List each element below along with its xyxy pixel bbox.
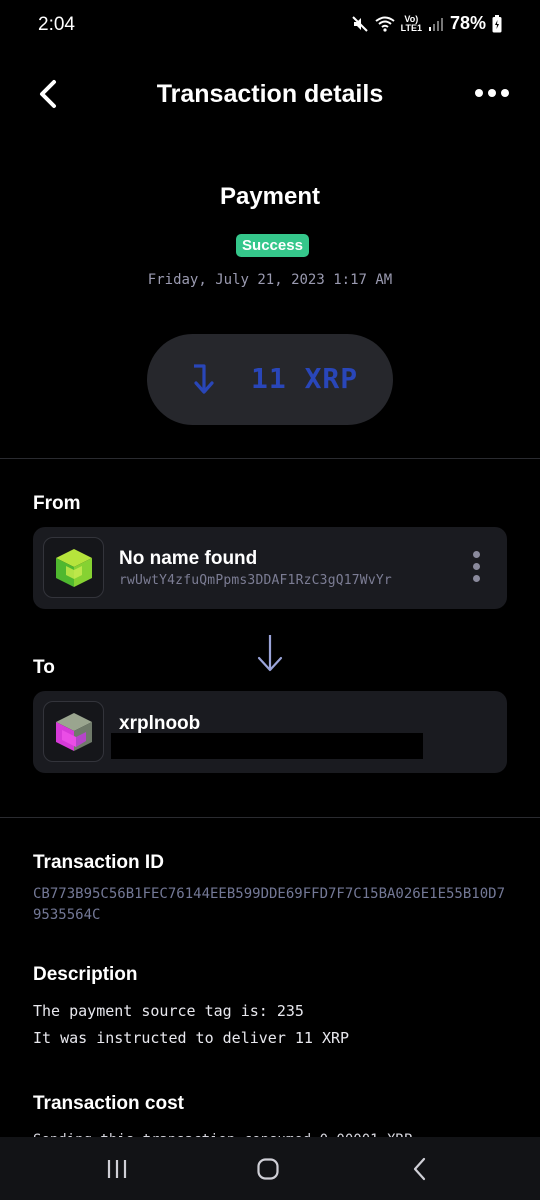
wifi-icon — [375, 16, 395, 32]
more-options-button[interactable] — [472, 78, 512, 108]
signal-icon — [428, 16, 444, 32]
description-title: Description — [33, 964, 138, 985]
back-icon — [413, 1157, 426, 1181]
divider — [0, 458, 540, 459]
from-account-card[interactable]: No name found rwUwtY4zfuQmPpms3DDAF1RzC3… — [33, 527, 507, 609]
transaction-id-value: CB773B95C56B1FEC76144EEB599DDE69FFD7F7C1… — [33, 886, 506, 923]
redacted-address — [111, 733, 423, 759]
from-account-name: No name found — [119, 548, 258, 569]
status-badge: Success — [236, 234, 309, 257]
status-bar: 2:04 Vo) LTE1 78% — [0, 0, 540, 52]
lte-label: LTE1 — [400, 22, 422, 33]
description-line-2: It was instructed to deliver 11 XRP — [33, 1029, 350, 1047]
recents-icon — [107, 1160, 127, 1178]
transaction-type: Payment — [219, 183, 321, 210]
from-label: From — [33, 493, 81, 514]
to-account-name: xrplnoob — [119, 713, 201, 734]
battery-level: 78% — [449, 13, 486, 33]
recents-button[interactable] — [87, 1149, 147, 1189]
more-horizontal-icon — [475, 89, 509, 97]
to-account-card[interactable]: xrplnoob — [33, 691, 507, 773]
amount-pill: 11 XRP — [147, 334, 393, 425]
top-bar: Transaction details — [0, 64, 540, 126]
magenta-cube-avatar-icon — [43, 701, 104, 762]
nav-back-button[interactable] — [390, 1149, 450, 1189]
divider — [0, 817, 540, 818]
status-icons: Vo) LTE1 78% — [351, 13, 502, 34]
transaction-id-title: Transaction ID — [33, 852, 164, 873]
mute-icon — [351, 15, 369, 33]
page-title: Transaction details — [156, 80, 384, 108]
description-line-1: The payment source tag is: 235 — [33, 1002, 304, 1020]
more-vertical-icon — [472, 551, 480, 558]
battery-icon — [492, 14, 502, 33]
to-label: To — [33, 657, 55, 678]
transaction-cost-title: Transaction cost — [33, 1093, 184, 1114]
volte-indicator: Vo) LTE1 — [400, 14, 422, 33]
system-nav-bar — [0, 1137, 540, 1200]
transaction-date: Friday, July 21, 2023 1:17 AM — [147, 272, 393, 288]
status-time: 2:04 — [38, 14, 75, 35]
green-cube-avatar-icon — [43, 537, 104, 598]
home-button[interactable] — [238, 1149, 298, 1189]
home-icon — [257, 1158, 279, 1180]
from-account-address: rwUwtY4zfuQmPpms3DDAF1RzC3gQ17WvYr — [119, 573, 392, 588]
down-arrow-icon — [256, 633, 284, 678]
incoming-arrow-icon — [191, 362, 221, 401]
amount-value: 11 XRP — [251, 362, 359, 395]
account-menu-button[interactable] — [469, 551, 483, 589]
